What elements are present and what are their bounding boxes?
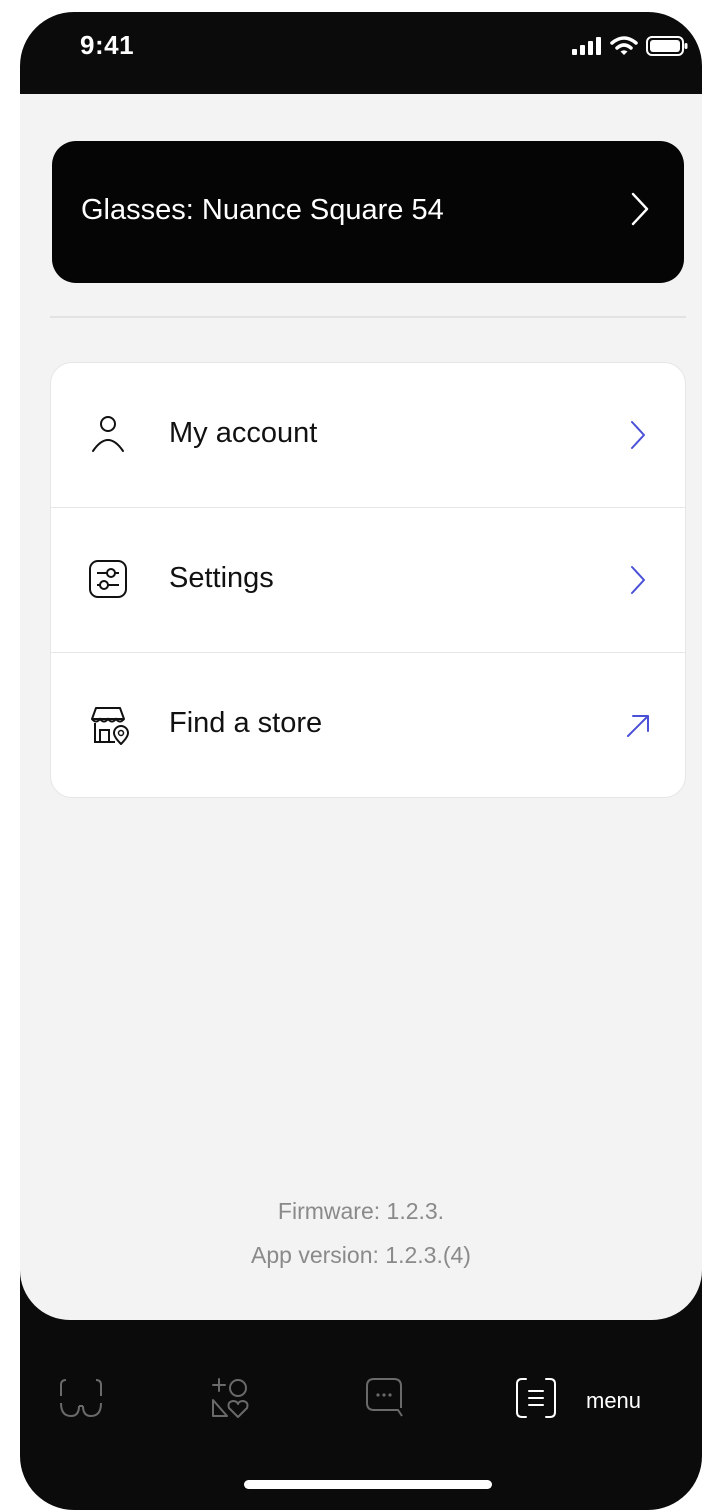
status-time: 9:41 [80,30,135,60]
glasses-card[interactable]: Glasses: Nuance Square 54 [52,141,684,283]
menu-icon[interactable] [514,1376,558,1420]
phone-frame: 9:41 Glasses: Nuance Square 54 My accoun… [20,12,702,1510]
menu-item-label: My account [169,417,318,449]
menu-screen: Glasses: Nuance Square 54 My account Set… [20,94,702,1320]
divider [50,316,686,318]
status-bar: 9:41 [20,12,702,94]
glasses-icon[interactable] [58,1376,104,1420]
menu-item-settings[interactable]: Settings [51,508,685,653]
menu-list: My account Settings Find a store [50,362,686,798]
chevron-right-icon [631,566,645,594]
chat-icon[interactable] [364,1376,410,1420]
status-icons [572,36,688,56]
wifi-icon [610,36,638,55]
add-favorite-icon[interactable] [208,1376,254,1420]
menu-item-label: Settings [169,562,274,594]
menu-item-label: Find a store [169,707,323,739]
signal-icon [572,37,601,55]
tab-menu-label[interactable]: menu [586,1388,641,1414]
chevron-right-icon [631,192,649,226]
person-icon [92,416,124,452]
menu-item-my-account[interactable]: My account [51,363,685,508]
home-indicator[interactable] [244,1480,492,1489]
chevron-right-icon [631,421,645,449]
firmware-version: Firmware: 1.2.3. [277,1198,445,1224]
sliders-icon [89,560,127,598]
app-version: App version: 1.2.3.(4) [251,1242,471,1268]
glasses-label: Glasses: Nuance Square 54 [81,194,444,226]
external-link-arrow-icon [627,715,649,737]
store-location-icon [91,707,129,745]
battery-icon [646,36,688,56]
menu-item-find-a-store[interactable]: Find a store [51,653,685,797]
